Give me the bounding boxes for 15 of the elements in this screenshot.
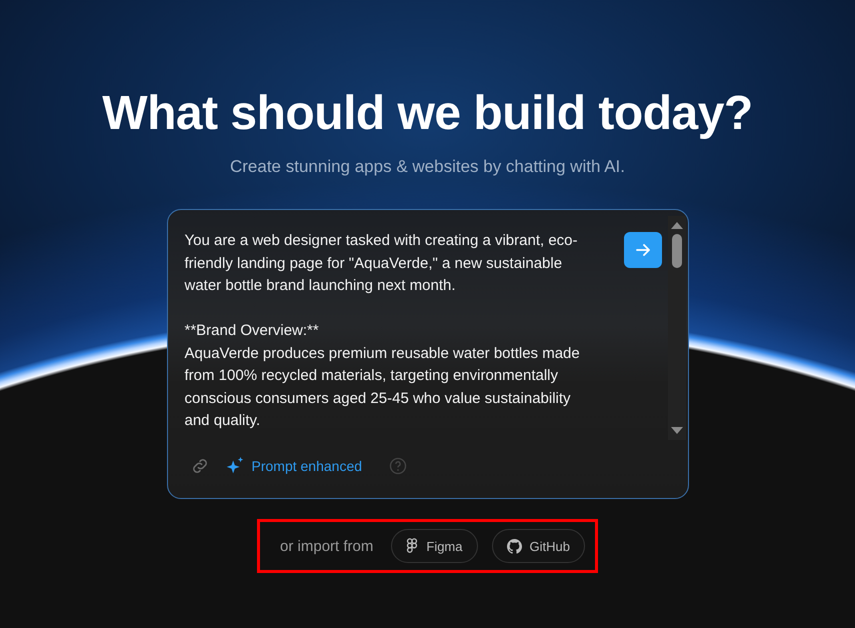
figma-logo-icon <box>406 538 418 554</box>
prompt-status: Prompt enhanced <box>252 458 362 474</box>
import-button[interactable]: Figma <box>391 529 478 563</box>
scroll-down-icon[interactable] <box>670 426 684 436</box>
scrollbar-thumb[interactable] <box>672 234 682 268</box>
import-label: or import from <box>280 538 374 554</box>
scrollbar[interactable] <box>668 216 686 440</box>
send-button[interactable] <box>624 232 662 268</box>
arrow-right-icon <box>634 241 652 259</box>
import-button[interactable]: GitHub <box>492 529 585 563</box>
page-subheading: Create stunning apps & websites by chatting with AI. <box>230 157 625 177</box>
page-heading: What should we build today? <box>102 86 753 141</box>
scroll-up-icon[interactable] <box>670 220 684 230</box>
prompt-field[interactable]: You are a web designer tasked with creating a vibrant, eco-friendly landing page for "AquaVerde," a new sustainable water bottle brand launching next month. **Brand Overview:** AquaVerde produces premium reusable water bottles made from 100% recycled materials, targeting environmentally conscious consumers aged 25-45 who value sustainability and quality. <box>184 230 612 456</box>
github-logo-icon <box>506 538 522 554</box>
